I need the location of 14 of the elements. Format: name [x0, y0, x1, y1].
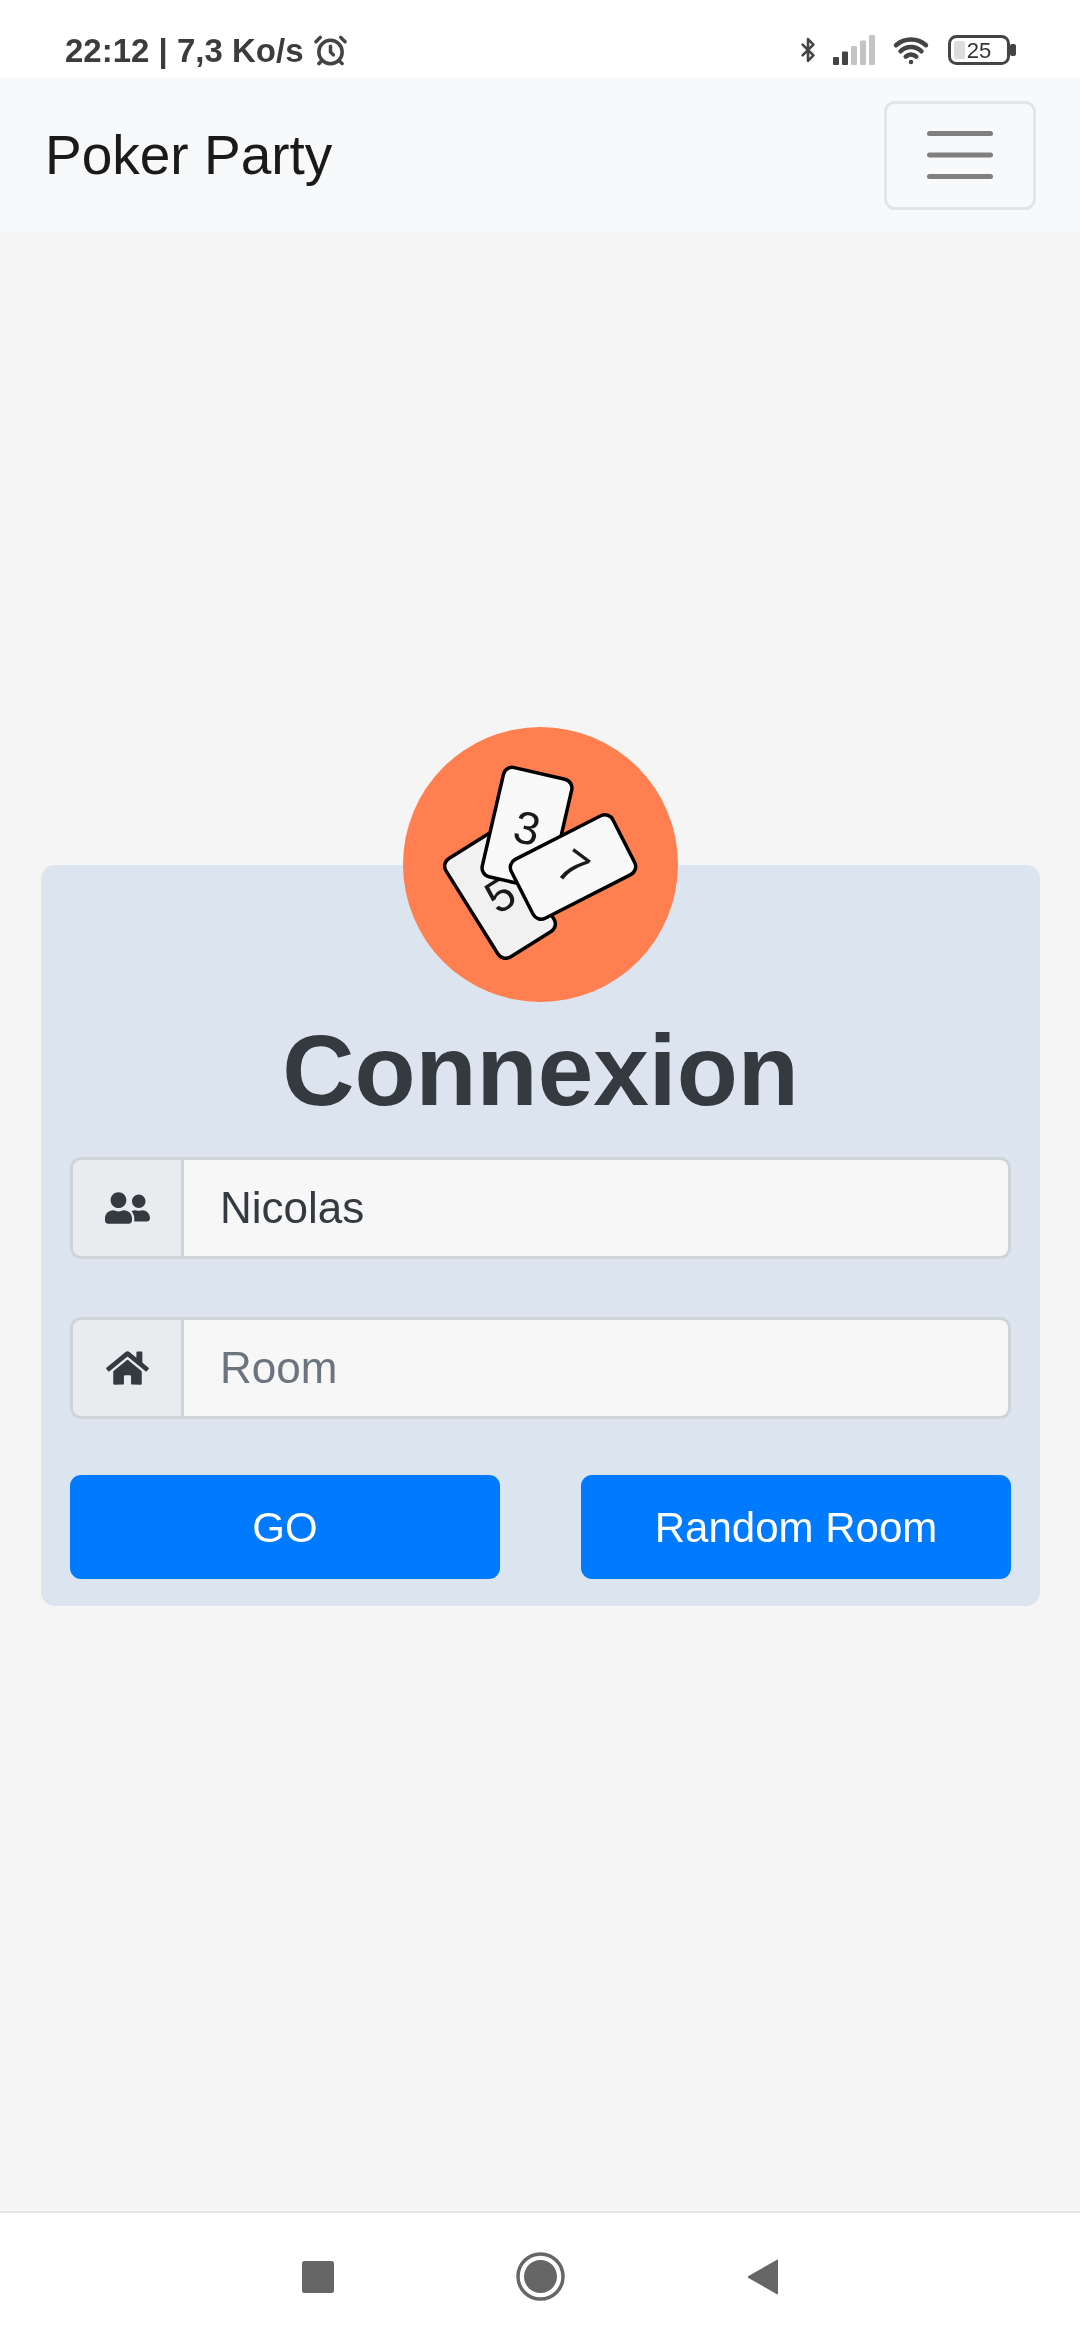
square-icon[interactable] — [301, 2260, 334, 2293]
status-time-speed: 22:12 | 7,3 Ko/s — [65, 33, 304, 67]
menu-icon — [927, 131, 993, 179]
name-field[interactable]: Nicolas — [184, 1157, 1011, 1259]
users-icon — [104, 1190, 150, 1226]
menu-button[interactable] — [884, 100, 1036, 210]
signal-icon — [833, 35, 875, 65]
go-button[interactable]: GO — [70, 1475, 500, 1579]
home-icon — [105, 1349, 149, 1387]
back-icon[interactable] — [746, 2258, 779, 2295]
login-title: Connexion — [282, 1013, 799, 1128]
random-room-button[interactable]: Random Room — [581, 1475, 1011, 1579]
room-field[interactable]: Room — [184, 1317, 1011, 1419]
circle-icon[interactable] — [515, 2252, 565, 2301]
